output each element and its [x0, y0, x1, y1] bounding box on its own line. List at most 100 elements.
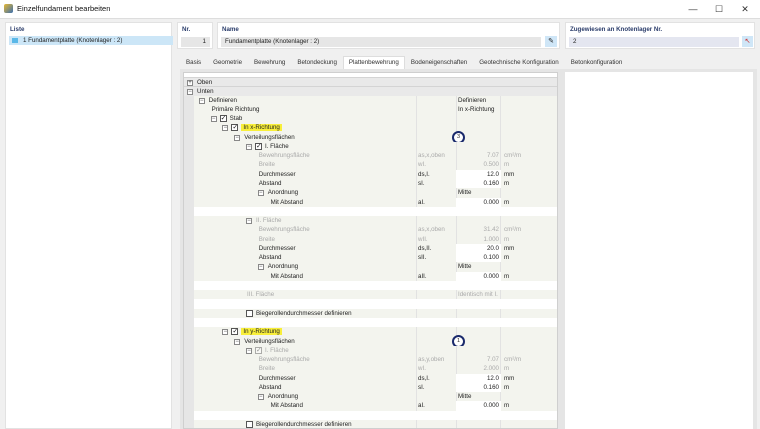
collapse-icon[interactable]: − — [257, 190, 264, 197]
value-cell[interactable]: 0.100 — [456, 253, 501, 263]
tree-row: − Definieren Definieren — [184, 95, 557, 105]
checkbox[interactable]: ✓ — [219, 115, 227, 123]
unit: m — [504, 402, 510, 410]
value-cell[interactable]: 0.000 — [456, 197, 501, 207]
label-text: I. Fläche — [265, 346, 289, 354]
collapse-icon[interactable]: − — [246, 218, 252, 225]
expand-icon[interactable]: + — [187, 80, 193, 86]
label-text: Mit Abstand — [270, 198, 303, 206]
tab-basis[interactable]: Basis — [180, 56, 207, 68]
pick-node-icon[interactable]: ↖ — [742, 36, 753, 47]
checkbox[interactable] — [246, 420, 253, 428]
tree-row: − ✓ I. Fläche — [184, 345, 557, 356]
color-swatch — [12, 38, 18, 43]
tree-row: Durchmesser ds,I. 12.0 mm — [184, 373, 557, 383]
collapse-icon[interactable]: − — [222, 125, 229, 132]
list-item[interactable]: 1 Fundamentplatte (Knotenlager : 2) — [9, 36, 173, 45]
collapse-icon[interactable]: − — [246, 143, 252, 150]
collapse-icon[interactable]: − — [257, 264, 264, 271]
symbol: wI. — [418, 365, 426, 373]
maximize-button[interactable]: ☐ — [712, 3, 726, 15]
value-text[interactable]: Definieren — [458, 96, 486, 105]
row-label: Anordnung — [268, 392, 298, 401]
label-text: Breite — [258, 235, 275, 243]
row-gutter — [184, 197, 194, 207]
checkbox[interactable]: ✓ — [255, 346, 262, 354]
checkbox[interactable] — [246, 309, 253, 317]
row-gutter — [184, 216, 194, 226]
collapse-icon[interactable]: − — [234, 338, 241, 345]
row-label: Breite — [259, 160, 275, 169]
reinforcement-tree-grid: + Oben − Unten − Definieren Definieren Primäre … — [183, 72, 558, 429]
collapse-icon[interactable]: − — [198, 97, 205, 104]
column-divider — [500, 216, 501, 226]
checkbox[interactable]: ✓ — [255, 142, 262, 150]
column-divider — [416, 178, 417, 189]
close-button[interactable]: ✕ — [738, 3, 752, 15]
tree-row: − Verteilungsflächen 3 — [184, 130, 557, 144]
column-divider — [416, 336, 417, 346]
column-divider — [416, 225, 417, 235]
column-divider — [456, 216, 457, 226]
collapse-icon[interactable]: − — [257, 394, 264, 401]
collapse-icon[interactable]: − — [187, 89, 193, 96]
row-gutter — [184, 373, 194, 383]
value-text[interactable]: Identisch mit I. — [458, 290, 498, 299]
value-cell[interactable]: 0.000 — [456, 401, 501, 411]
assigned-node-field[interactable]: 2 — [569, 37, 739, 47]
row-gutter — [184, 271, 194, 281]
label-text: Verteilungsflächen — [244, 133, 295, 141]
collapse-icon[interactable]: − — [234, 134, 241, 141]
column-divider — [416, 151, 417, 161]
column-divider — [416, 419, 417, 428]
tab-geometrie[interactable]: Geometrie — [207, 56, 248, 68]
tab-bodeneigenschaften[interactable]: Bodeneigenschaften — [405, 56, 473, 68]
tab-bar: Basis Geometrie Bewehrung Betondeckung Platt… — [180, 56, 628, 69]
value-cell[interactable]: 0.000 — [456, 271, 501, 281]
minimize-button[interactable]: — — [686, 3, 700, 15]
value-text[interactable]: Mitte — [458, 262, 471, 271]
value-cell[interactable]: 20.0 — [456, 243, 501, 254]
row-gutter — [184, 243, 194, 254]
row-gutter — [184, 104, 194, 115]
column-divider — [500, 188, 501, 198]
checkbox[interactable]: ✓ — [231, 328, 239, 336]
column-divider — [416, 364, 417, 374]
value-text[interactable]: Mitte — [458, 392, 471, 401]
tab-betonkonfiguration[interactable]: Betonkonfiguration — [565, 56, 629, 68]
tab-betondeckung[interactable]: Betondeckung — [291, 56, 343, 68]
tab-geotechnische-konfiguration[interactable]: Geotechnische Konfiguration — [473, 56, 564, 68]
name-field[interactable]: Fundamentplatte (Knotenlager : 2) — [221, 37, 541, 47]
edit-icon[interactable]: ✎ — [545, 36, 557, 47]
value-cell[interactable]: 12.0 — [456, 373, 501, 383]
row-label: Mit Abstand — [271, 198, 303, 207]
row-label: Abstand — [259, 383, 282, 392]
value-cell[interactable]: 12.0 — [456, 169, 501, 179]
row-gutter — [184, 114, 194, 124]
column-divider — [416, 355, 417, 365]
nr-field[interactable]: 1 — [181, 37, 210, 47]
collapse-icon[interactable]: − — [210, 116, 217, 123]
tab-bewehrung[interactable]: Bewehrung — [248, 56, 291, 68]
highlighted-label: In y-Richtung — [241, 328, 282, 336]
value-cell: 31.42 — [483, 226, 499, 234]
label-text: Durchmesser — [258, 170, 296, 178]
collapse-icon[interactable]: − — [246, 347, 252, 354]
row-gutter — [184, 290, 194, 300]
value-cell[interactable]: 0.160 — [456, 382, 501, 393]
tree-row: Mit Abstand aI. 0.000 m — [184, 401, 557, 411]
row-label: Verteilungsflächen — [244, 337, 295, 346]
value-text[interactable]: Mitte — [458, 188, 471, 197]
checkbox[interactable]: ✓ — [231, 124, 239, 132]
collapse-icon[interactable]: − — [222, 329, 229, 336]
symbol: wI. — [418, 161, 426, 169]
value-text[interactable]: In x-Richtung — [458, 105, 494, 114]
value-cell[interactable]: 0.160 — [456, 178, 501, 189]
tree-row: − ✓ Stab — [184, 114, 557, 124]
row-gutter — [184, 392, 194, 402]
tab-plattenbewehrung[interactable]: Plattenbewehrung — [342, 56, 405, 69]
label-text: Anordnung — [267, 393, 299, 401]
row-gutter — [184, 160, 194, 170]
tree-row: Mit Abstand aI. 0.000 m — [184, 197, 557, 207]
name-panel: Name Fundamentplatte (Knotenlager : 2) ✎ — [217, 22, 560, 49]
